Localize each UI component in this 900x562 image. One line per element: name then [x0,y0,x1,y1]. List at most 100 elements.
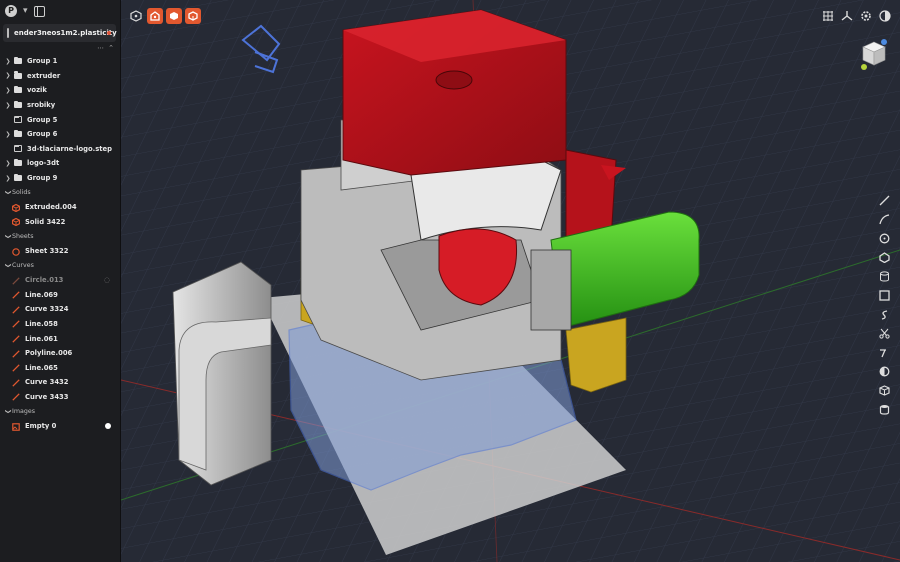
outliner-group-row[interactable]: ❯ logo-3dt [0,156,120,171]
section-label: Sheets [12,232,34,240]
solid-mode-icon[interactable] [147,8,163,24]
section-label: Solids [12,189,31,197]
chevron-right-icon[interactable]: ❯ [4,175,12,182]
chevron-right-icon[interactable]: ❯ [4,131,12,138]
line-icon[interactable] [876,192,892,208]
outliner-group-row[interactable]: ❯ Group 9 [0,171,120,186]
group-label: logo-3dt [27,159,60,168]
folder-icon [14,85,22,94]
box-icon[interactable] [876,382,892,398]
outliner-item-row[interactable]: Sheet 3322 [0,244,120,259]
outliner-tools: ⋯ ⌃ [0,42,120,54]
chevron-down-icon[interactable]: ❯ [5,262,12,270]
edge-mode-icon[interactable] [185,8,201,24]
item-label: Polyline.006 [25,349,73,358]
chevron-down-icon[interactable]: ▾ [23,6,28,16]
outliner-group-row[interactable]: 3d-tlaciarne-logo.step [0,142,120,157]
curve-icon [12,291,20,299]
chevron-right-icon[interactable]: ❯ [4,87,12,94]
outliner-item-row[interactable]: Line.065 [0,360,120,375]
outliner-item-row[interactable]: Curve 3324 [0,302,120,317]
outliner-section-solids[interactable]: ❯ Solids [0,185,120,200]
chevron-right-icon[interactable]: ❯ [4,58,12,65]
solid-icon [11,203,21,212]
shell-icon[interactable] [876,363,892,379]
outliner-group-row[interactable]: ❯ Group 6 [0,127,120,142]
spiral-icon[interactable] [876,306,892,322]
toggle-panel-icon[interactable] [33,5,45,17]
folder-icon [14,71,22,79]
outliner-item-row[interactable]: Line.058 [0,317,120,332]
chevron-right-icon[interactable]: ❯ [4,102,12,109]
outliner-section-curves[interactable]: ❯ Curves [0,258,120,273]
chevron-right-icon[interactable]: ❯ [4,72,12,79]
cylinder-icon[interactable] [876,268,892,284]
chevron-down-icon[interactable]: ❯ [5,408,12,416]
3d-viewport[interactable] [121,0,900,562]
more-icon[interactable]: ⋯ [97,44,104,52]
group-label: Group 1 [27,57,58,66]
scissors-icon[interactable] [876,325,892,341]
fillet-icon[interactable] [876,344,892,360]
outliner-item-row[interactable]: Curve 3433 [0,390,120,405]
item-label: Curve 3433 [25,392,69,401]
creation-toolbar [876,192,892,417]
outliner-item-row[interactable]: Solid 3422 [0,215,120,230]
avatar[interactable]: P [5,5,17,17]
group-label: Group 5 [27,115,58,124]
chevron-right-icon[interactable]: ❯ [4,160,12,167]
curve-icon [12,320,20,329]
rectangle-icon[interactable] [876,287,892,303]
outliner-section-sheets[interactable]: ❯ Sheets [0,229,120,244]
polygon-icon[interactable] [876,249,892,265]
outliner-item-row[interactable]: Circle.013 ◌ [0,273,120,288]
group-label: Group 6 [27,130,58,139]
curve-icon [12,379,20,387]
grid-icon[interactable] [820,8,836,24]
curve-icon[interactable] [876,211,892,227]
render-mode-icon[interactable] [877,8,893,24]
outliner-item-row[interactable]: Line.061 [0,331,120,346]
chevron-down-icon[interactable]: ❯ [5,232,12,240]
outliner-item-row[interactable]: Extruded.004 [0,200,120,215]
outliner-group-row[interactable]: ❯ vozik [0,83,120,98]
eye-hidden-icon[interactable]: ◌ [104,276,110,284]
outliner-group-row[interactable]: Group 5 [0,112,120,127]
fan-duct-solid[interactable] [172,261,272,486]
outliner-tree: ❯ Group 1 ❯ extruder ❯ vozik ❯ srobiky Group 5 ❯ G… [0,54,120,433]
axes-icon[interactable] [839,8,855,24]
solid-icon [11,218,21,227]
outliner-sidebar: P ▾ ender3neos1m2.plasticity ⋯ ⌃ ❯ Group … [0,0,121,562]
item-label: Sheet 3322 [25,247,69,256]
group-label: vozik [27,86,47,95]
curve-icon [12,364,20,372]
outliner-item-row[interactable]: Polyline.006 [0,346,120,361]
collapse-icon[interactable]: ⌃ [108,44,114,52]
file-tab[interactable]: ender3neos1m2.plasticity [3,24,117,42]
outliner-item-row[interactable]: Empty 0 [0,419,120,434]
outliner-item-row[interactable]: Curve 3432 [0,375,120,390]
item-label: Line.069 [25,290,58,299]
visibility-dot-icon[interactable] [105,423,111,430]
circle-icon[interactable] [876,230,892,246]
outliner-group-row[interactable]: ❯ extruder [0,69,120,84]
view-mode-icon[interactable] [128,8,144,24]
viewport-options-toolbar [820,8,893,24]
section-label: Curves [12,262,34,270]
outliner-section-images[interactable]: ❯ Images [0,404,120,419]
face-mode-icon[interactable] [166,8,182,24]
group-label: Group 9 [27,174,58,183]
scene-canvas[interactable] [121,0,900,562]
item-label: Curve 3324 [25,305,69,314]
yellow-block[interactable] [565,317,627,393]
circle-curve-icon [12,277,20,285]
group-label: srobiky [27,101,56,110]
outliner-group-row[interactable]: ❯ Group 1 [0,54,120,69]
outliner-item-row[interactable]: Line.069 [0,288,120,303]
database-icon[interactable] [876,401,892,417]
outliner-group-row[interactable]: ❯ srobiky [0,98,120,113]
chevron-down-icon[interactable]: ❯ [5,189,12,197]
view-cube-icon[interactable] [860,38,888,72]
folder-icon [14,56,22,65]
gear-settings-icon[interactable] [858,8,874,24]
